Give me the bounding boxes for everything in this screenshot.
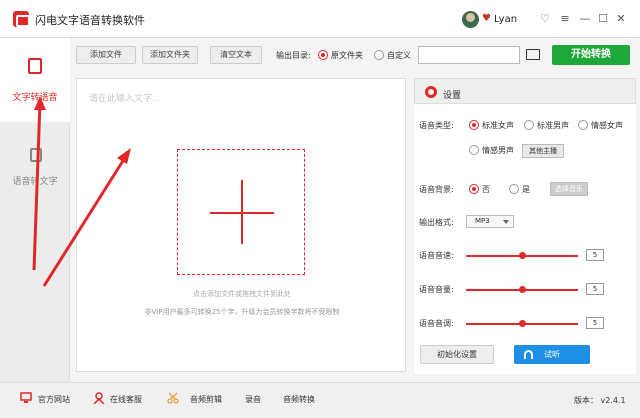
text-editor[interactable]: 请在此输入文字... 点击添加文件或拖拽文件到此处 非VIP用户最多可转换25个… (76, 78, 406, 372)
settings-title: 设置 (443, 91, 462, 101)
radio-emotional-female-label[interactable]: 情感女声 (591, 120, 623, 131)
format-select[interactable]: MP3 (466, 215, 514, 228)
text-to-speech-icon (28, 58, 42, 74)
reset-settings-button[interactable]: 初始化设置 (420, 345, 494, 364)
radio-background-yes-label[interactable]: 是 (522, 184, 530, 195)
format-value: MP3 (475, 217, 490, 225)
footer-bar: 官方网站 在线客服 音频剪辑 录音 音频转换 版本： v2.4.1 (0, 382, 640, 418)
radio-standard-male[interactable] (524, 120, 534, 130)
listen-button[interactable]: 试听 (514, 345, 590, 364)
minimize-icon[interactable]: — (578, 12, 592, 26)
version-label: 版本： v2.4.1 (574, 396, 626, 405)
headphones-icon (524, 350, 533, 359)
settings-header: 设置 (414, 78, 636, 104)
radio-background-no-label[interactable]: 否 (482, 184, 490, 195)
volume-slider[interactable] (466, 286, 578, 293)
speed-label: 语音音速: (419, 251, 454, 260)
background-label: 语音背景: (419, 185, 454, 194)
audio-cut-link[interactable]: 音频剪辑 (190, 394, 222, 405)
pitch-value[interactable]: 5 (586, 317, 604, 329)
radio-standard-female-label[interactable]: 标准女声 (482, 120, 514, 131)
drop-hint: 点击添加文件或拖拽文件到此处 (193, 290, 291, 298)
menu-icon[interactable]: ≡ (558, 12, 572, 26)
radio-emotional-male-label[interactable]: 情感男声 (482, 145, 514, 156)
support-icon (93, 392, 105, 404)
monitor-icon (20, 392, 32, 403)
pitch-slider[interactable] (466, 320, 578, 327)
radio-custom-folder[interactable] (374, 50, 384, 60)
gear-icon (425, 86, 437, 98)
folder-icon[interactable] (526, 49, 540, 60)
heart-icon: ♥ (482, 13, 491, 24)
user-name[interactable]: Lyan (494, 14, 517, 25)
settings-panel: 设置 语音类型: 标准女声 标准男声 情感女声 情感男声 其他主播 语音背景: … (414, 78, 636, 374)
voice-type-label: 语音类型: (419, 121, 454, 130)
listen-label: 试听 (544, 350, 560, 359)
app-title: 闪电文字语音转换软件 (35, 14, 145, 27)
radio-standard-male-label[interactable]: 标准男声 (537, 120, 569, 131)
add-file-button[interactable]: 添加文件 (76, 46, 136, 64)
chevron-down-icon (503, 220, 509, 224)
close-icon[interactable]: ✕ (614, 12, 628, 26)
pitch-slider-handle[interactable] (519, 320, 526, 327)
editor-placeholder: 请在此输入文字... (89, 94, 161, 104)
radio-source-folder-label[interactable]: 原文件夹 (331, 50, 363, 61)
app-window: 闪电文字语音转换软件 ♥ Lyan ♡ ≡ — ☐ ✕ 文字转语音 语音转文字 … (0, 0, 640, 418)
sidebar-item-label: 语音转文字 (12, 177, 58, 187)
sidebar-item-label: 文字转语音 (12, 93, 58, 103)
sidebar-item-speech-to-text[interactable]: 语音转文字 (0, 128, 70, 198)
volume-slider-handle[interactable] (519, 286, 526, 293)
plus-icon-stem (241, 180, 243, 244)
volume-value[interactable]: 5 (586, 283, 604, 295)
radio-background-no[interactable] (469, 184, 479, 194)
title-bar: 闪电文字语音转换软件 ♥ Lyan ♡ ≡ — ☐ ✕ (0, 0, 640, 38)
radio-source-folder[interactable] (318, 50, 328, 60)
add-folder-button[interactable]: 添加文件夹 (142, 46, 198, 64)
sidebar: 文字转语音 语音转文字 (0, 38, 70, 382)
speed-slider-handle[interactable] (519, 252, 526, 259)
official-site-link[interactable]: 官方网站 (38, 394, 70, 405)
audio-convert-link[interactable]: 音频转换 (283, 394, 315, 405)
volume-label: 语音音量: (419, 285, 454, 294)
radio-emotional-female[interactable] (578, 120, 588, 130)
radio-standard-female[interactable] (469, 120, 479, 130)
radio-background-yes[interactable] (509, 184, 519, 194)
scissors-icon (167, 392, 179, 404)
speech-to-text-icon (30, 148, 42, 162)
app-logo-icon (13, 11, 30, 27)
record-link[interactable]: 录音 (245, 394, 261, 405)
avatar[interactable] (462, 11, 479, 28)
output-path-input[interactable] (418, 46, 520, 64)
clear-text-button[interactable]: 清空文本 (210, 46, 262, 64)
radio-custom-folder-label[interactable]: 自定义 (387, 50, 411, 61)
online-support-link[interactable]: 在线客服 (110, 394, 142, 405)
format-label: 输出格式: (419, 218, 454, 227)
choose-music-button[interactable]: 选择音乐 (550, 182, 588, 196)
other-voices-button[interactable]: 其他主播 (522, 144, 564, 158)
vip-limit-note: 非VIP用户最多可转换25个字，升级为会员转换字数将不受限制 (144, 308, 340, 316)
speed-value[interactable]: 5 (586, 249, 604, 261)
pitch-label: 语音音调: (419, 319, 454, 328)
output-dir-label: 输出目录: (276, 51, 311, 60)
maximize-icon[interactable]: ☐ (596, 12, 610, 26)
speed-slider[interactable] (466, 252, 578, 259)
start-convert-button[interactable]: 开始转换 (552, 45, 630, 65)
skin-icon[interactable]: ♡ (538, 12, 552, 26)
sidebar-item-text-to-speech[interactable]: 文字转语音 (0, 38, 70, 122)
radio-emotional-male[interactable] (469, 145, 479, 155)
drop-zone[interactable] (177, 149, 305, 275)
